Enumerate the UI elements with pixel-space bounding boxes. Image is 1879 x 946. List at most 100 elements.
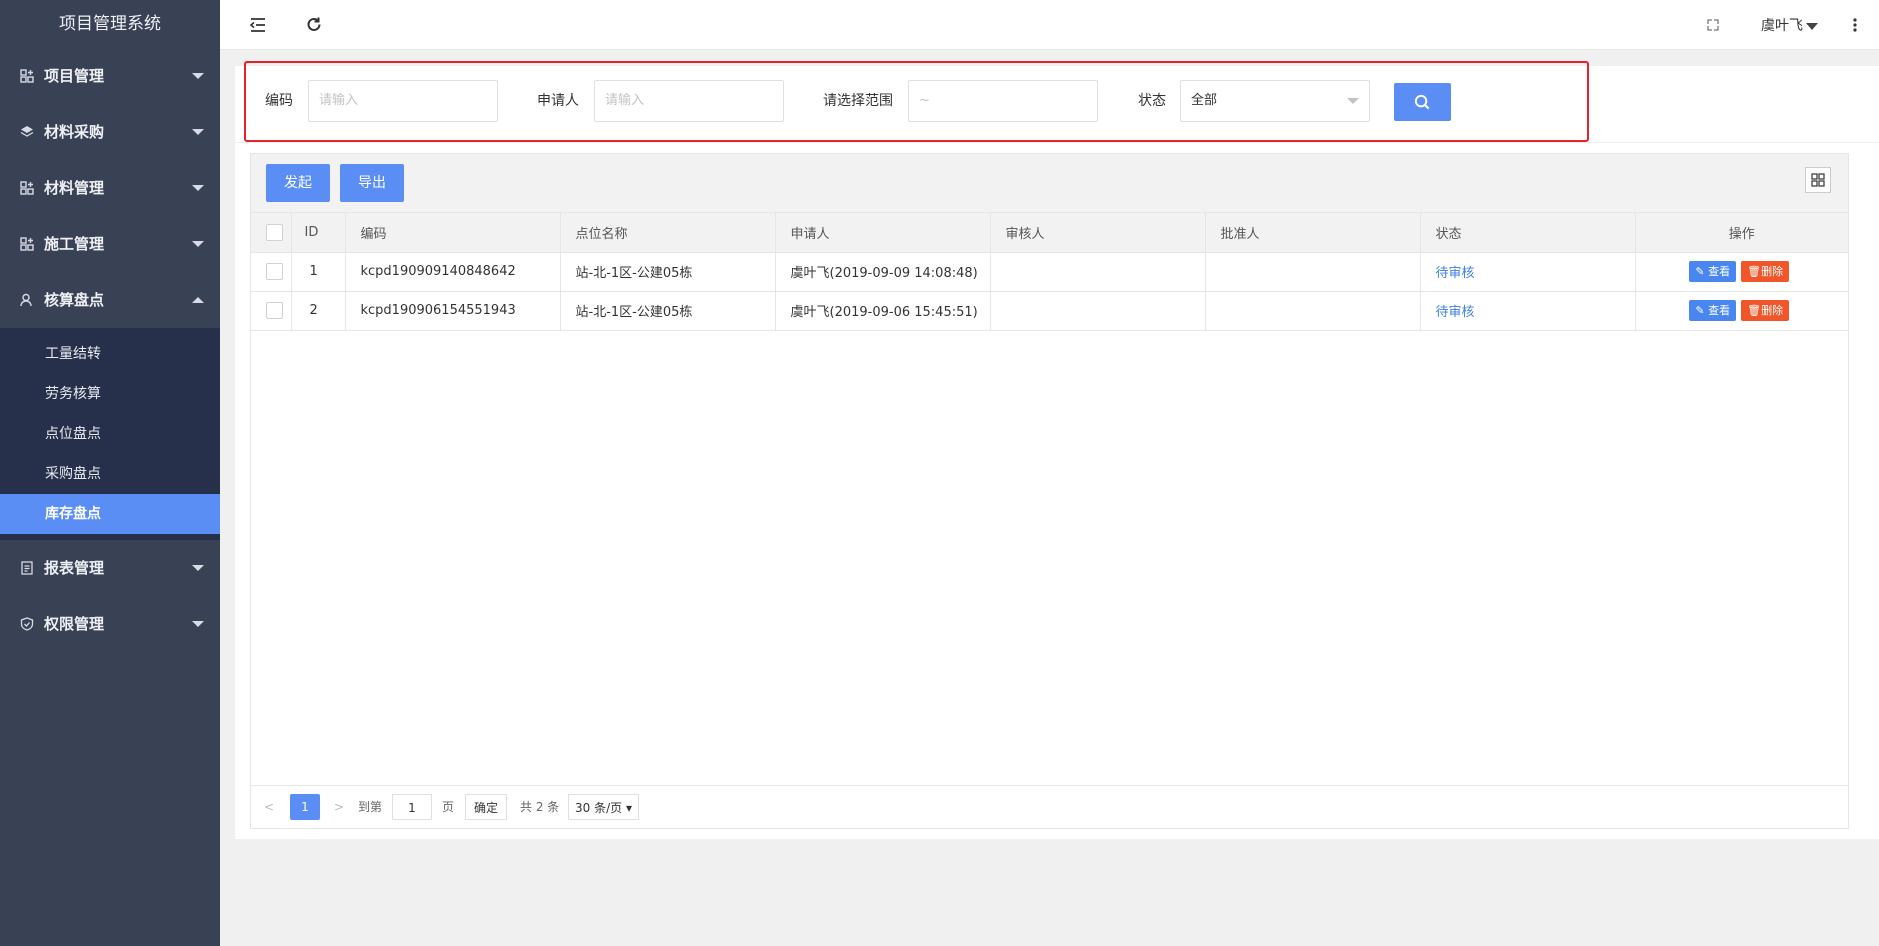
chevron-down-icon [192,621,204,627]
fullscreen-icon[interactable] [1703,15,1723,35]
cell-reviewer [990,252,1206,292]
column-header: 状态 [1420,213,1636,253]
code-input[interactable]: 请输入 [308,80,498,122]
page-size-select[interactable]: 30 条/页 ▾ [568,794,639,820]
prev-page-icon[interactable]: < [264,794,274,820]
select-all-checkbox[interactable] [266,223,283,241]
table-header-row: ID 编码 点位名称 申请人 审核人 批准人 状态 操作 [251,213,1848,253]
date-range-input[interactable]: ~ [908,80,1098,122]
submenu-accounting: 工量结转 劳务核算 点位盘点 采购盘点 库存盘点 [0,328,220,540]
more-vertical-icon[interactable] [1845,15,1865,35]
sidebar-subitem-inventory[interactable]: 库存盘点 [0,494,220,534]
goto-page-input[interactable]: 1 [392,794,432,820]
shield-icon [20,617,34,631]
cell-id: 2 [291,291,346,331]
columns-icon [1811,173,1825,187]
chevron-down-icon [192,565,204,571]
layers-icon [20,126,34,137]
edit-icon: ✎ [1695,265,1709,278]
search-button[interactable] [1394,83,1451,121]
status-link[interactable]: 待审核 [1436,305,1475,320]
sidebar-item-label: 权限管理 [44,615,105,633]
sidebar-item-purchase[interactable]: 材料采购 [0,104,220,160]
view-button[interactable]: ✎ 查看 [1689,300,1737,321]
goto-confirm-button[interactable]: 确定 [465,794,508,820]
total-count: 共 2 条 [520,800,560,814]
column-header: 申请人 [775,213,991,253]
trash-icon: 🗑 [1747,304,1762,317]
sidebar-item-project[interactable]: 项目管理 [0,48,220,104]
cell-code: kcpd190906154551943 [345,291,561,331]
applicant-input[interactable]: 请输入 [594,80,784,122]
row-select-cell [251,252,292,292]
chevron-down-icon: ▾ [625,801,632,815]
delete-label: 删除 [1761,304,1784,317]
chevron-down-icon [192,73,204,79]
column-toggle-button[interactable] [1805,167,1831,193]
row-checkbox[interactable] [266,302,283,319]
sidebar-item-label: 项目管理 [44,67,105,85]
row-checkbox[interactable] [266,263,283,280]
cell-code: kcpd190909140848642 [345,252,561,292]
cell-id: 1 [291,252,346,292]
top-header: 虞叶飞 [220,0,1879,50]
page-label: 页 [442,800,455,814]
status-select-value: 全部 [1191,93,1218,108]
cell-approver [1205,252,1421,292]
chevron-down-icon [192,129,204,135]
start-button[interactable]: 发起 [266,164,330,202]
cell-applicant: 虞叶飞(2019-09-06 15:45:51) [775,291,991,331]
trash-icon: 🗑 [1747,265,1762,278]
cell-status: 待审核 [1420,252,1636,292]
cell-location: 站-北-1区-公建05栋 [560,252,776,292]
search-icon [1414,94,1430,110]
delete-button[interactable]: 🗑删除 [1741,300,1790,321]
cell-approver [1205,291,1421,331]
sidebar-item-construction[interactable]: 施工管理 [0,216,220,272]
goto-label: 到第 [358,800,383,814]
row-select-cell [251,291,292,331]
sidebar-item-permissions[interactable]: 权限管理 [0,596,220,652]
sidebar-item-label: 施工管理 [44,235,105,253]
menu-collapse-icon[interactable] [248,15,268,35]
refresh-icon[interactable] [304,15,324,35]
sidebar-subitem-labor[interactable]: 劳务核算 [0,374,220,414]
table-toolbar [250,153,1849,213]
sidebar-item-label: 核算盘点 [44,291,105,309]
user-icon [20,293,32,307]
status-link[interactable]: 待审核 [1436,266,1475,281]
delete-label: 删除 [1761,265,1784,278]
view-label: 查看 [1708,304,1731,317]
user-name: 虞叶飞 [1761,18,1803,34]
user-menu[interactable]: 虞叶飞 [1761,15,1818,35]
sidebar-subitem-workload[interactable]: 工量结转 [0,334,220,374]
select-all-cell [251,213,292,253]
page-number-current[interactable]: 1 [290,794,320,820]
sidebar-subitem-location[interactable]: 点位盘点 [0,414,220,454]
sidebar-item-reports[interactable]: 报表管理 [0,540,220,596]
sidebar-item-materials[interactable]: 材料管理 [0,160,220,216]
data-table: ID 编码 点位名称 申请人 审核人 批准人 状态 操作 1 kcpd19090… [250,213,1849,829]
edit-icon: ✎ [1695,304,1709,317]
cell-status: 待审核 [1420,291,1636,331]
table-row: 2 kcpd190906154551943 站-北-1区-公建05栋 虞叶飞(2… [251,291,1848,331]
sidebar-subitem-procurement[interactable]: 采购盘点 [0,454,220,494]
export-button[interactable]: 导出 [340,164,404,202]
column-header: 点位名称 [560,213,776,253]
range-label: 请选择范围 [823,93,893,109]
chevron-down-icon [192,185,204,191]
grid-plus-icon [20,181,34,195]
chevron-down-icon [1806,22,1818,30]
next-page-icon[interactable]: > [334,794,344,820]
view-button[interactable]: ✎ 查看 [1689,261,1737,282]
delete-button[interactable]: 🗑删除 [1741,261,1790,282]
chevron-down-icon [1347,98,1359,104]
chevron-up-icon [192,297,204,303]
cell-reviewer [990,291,1206,331]
grid-plus-icon [20,69,34,83]
app-title: 项目管理系统 [0,0,220,48]
sidebar-item-accounting[interactable]: 核算盘点 [0,272,220,328]
status-select[interactable]: 全部 [1180,80,1370,122]
status-label: 状态 [1138,93,1166,109]
sidebar: 项目管理系统 项目管理 材料采购 材料管理 施工管理 核算盘点 工量结转 劳务核… [0,0,220,946]
